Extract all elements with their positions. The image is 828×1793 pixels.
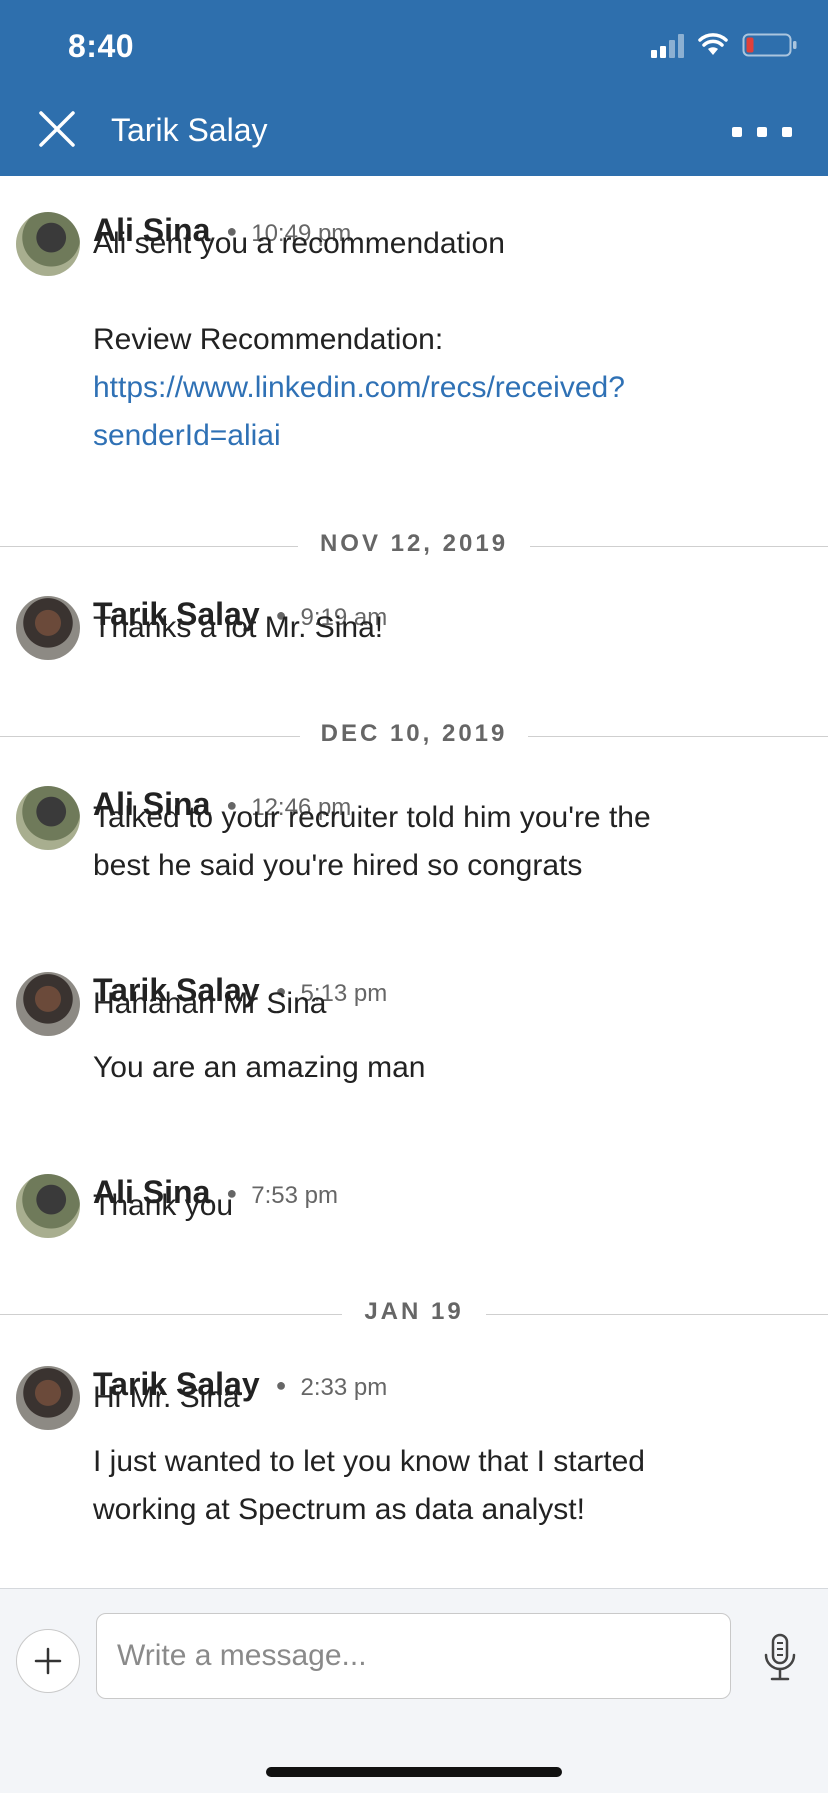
voice-message-button[interactable] xyxy=(760,1631,800,1685)
message-text: I just wanted to let you know that I sta… xyxy=(93,1445,645,1478)
status-icons xyxy=(651,32,798,58)
more-options-button[interactable] xyxy=(732,116,792,148)
attach-button[interactable] xyxy=(16,1629,80,1693)
message-thread[interactable]: Ali Sina ● 10:49 pm Ali sent you a recom… xyxy=(0,176,828,1588)
date-divider: NOV 12, 2019 xyxy=(0,526,828,566)
close-icon xyxy=(39,111,75,147)
date-label: JAN 19 xyxy=(364,1298,464,1325)
avatar[interactable] xyxy=(16,212,80,276)
message-time: 7:53 pm xyxy=(251,1182,338,1209)
date-label: NOV 12, 2019 xyxy=(319,530,509,557)
avatar[interactable] xyxy=(16,1366,80,1430)
message-text: Hi Mr. Sina xyxy=(93,1381,240,1414)
message-text: Ali sent you a recommendation xyxy=(93,227,505,260)
message-text: Thanks a lot Mr. Sina! xyxy=(93,611,384,644)
message-text: Hahahah Mr Sina xyxy=(93,987,327,1020)
message-input[interactable] xyxy=(96,1613,731,1699)
date-divider: JAN 19 xyxy=(0,1294,828,1334)
date-divider: DEC 10, 2019 xyxy=(0,716,828,756)
more-icon xyxy=(732,127,742,137)
wifi-icon xyxy=(698,33,728,57)
avatar[interactable] xyxy=(16,972,80,1036)
message-text: Thank you xyxy=(93,1189,234,1222)
message-text: Talked to your recruiter told him you're… xyxy=(93,801,651,834)
conversation-title[interactable]: Tarik Salay xyxy=(111,112,268,149)
recommendation-link[interactable]: senderId=aliai xyxy=(93,412,281,460)
microphone-icon xyxy=(764,1633,796,1681)
home-indicator xyxy=(266,1767,562,1777)
date-label: DEC 10, 2019 xyxy=(320,720,508,747)
separator-dot: ● xyxy=(275,1375,287,1395)
cellular-signal-icon xyxy=(651,32,684,58)
message-time: 2:33 pm xyxy=(300,1374,388,1401)
message-text: You are an amazing man xyxy=(93,1051,426,1084)
plus-icon xyxy=(34,1647,62,1675)
status-time: 8:40 xyxy=(68,28,135,64)
message-text: Review Recommendation: xyxy=(93,323,444,356)
message-text: best he said you're hired so congrats xyxy=(93,849,583,882)
recommendation-link[interactable]: https://www.linkedin.com/recs/received? xyxy=(93,364,625,412)
top-bar: 8:40 Tarik Salay xyxy=(0,0,828,176)
avatar[interactable] xyxy=(16,786,80,850)
avatar[interactable] xyxy=(16,1174,80,1238)
close-button[interactable] xyxy=(32,104,82,154)
battery-icon xyxy=(742,32,798,58)
message-composer xyxy=(0,1588,828,1793)
avatar[interactable] xyxy=(16,596,80,660)
message-text: working at Spectrum as data analyst! xyxy=(93,1493,585,1526)
